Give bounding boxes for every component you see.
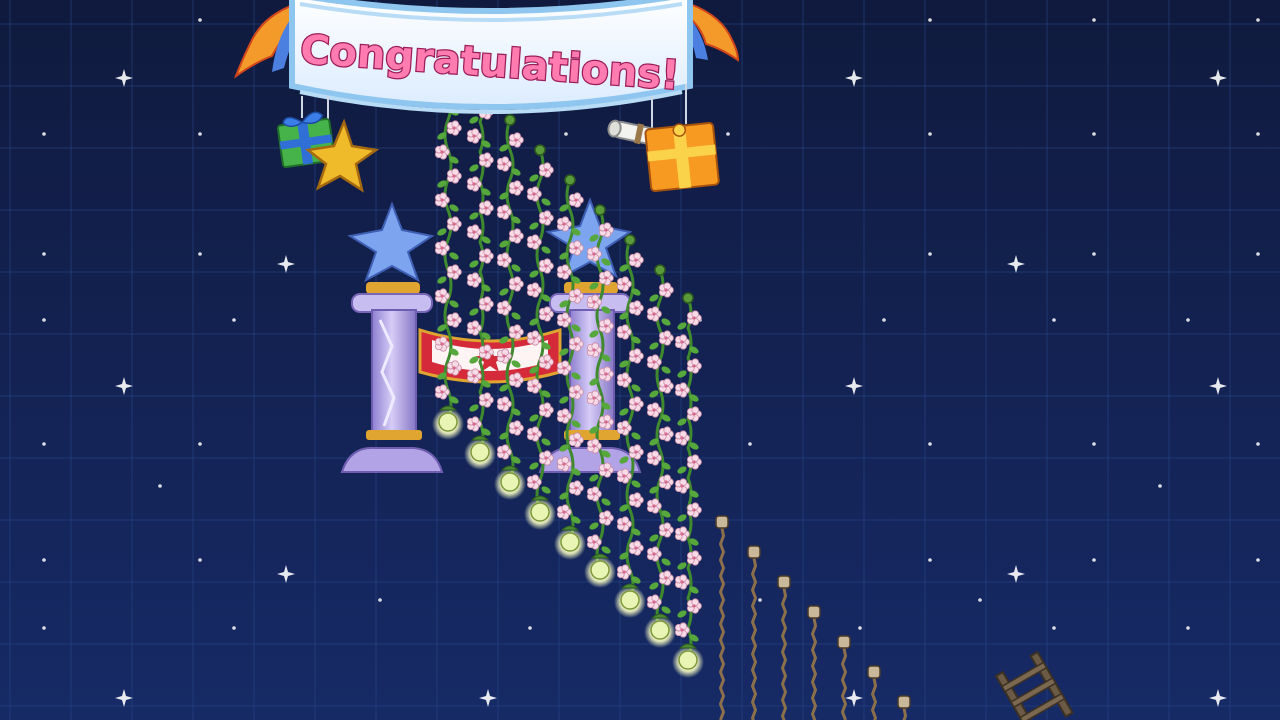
sparkle-icon (198, 18, 202, 22)
sparkle-icon (928, 442, 932, 446)
sparkle-icon (928, 132, 932, 136)
sparkle-icon (1158, 484, 1162, 488)
sparkle-icon (198, 252, 202, 256)
sparkle-icon (198, 442, 202, 446)
sparkle-icon (882, 318, 886, 322)
sparkle-icon (858, 626, 862, 630)
sparkle-icon (158, 484, 162, 488)
scene-canvas: Congratulations! (0, 0, 1280, 720)
sparkle-icon (1092, 18, 1096, 22)
sparkle-icon (1256, 18, 1260, 22)
sparkle-icon (928, 252, 932, 256)
sparkle-icon (1256, 252, 1260, 256)
orange-gift-box-icon (644, 122, 720, 192)
sparkle-icon (1256, 442, 1260, 446)
sparkle-icon (198, 132, 202, 136)
sparkle-icon (378, 598, 382, 602)
sparkle-icon (42, 558, 46, 562)
sparkle-icon (928, 558, 932, 562)
sparkle-icon (1092, 442, 1096, 446)
sparkle-icon (232, 626, 236, 630)
sparkle-icon (564, 132, 568, 136)
sparkle-icon (748, 442, 752, 446)
sparkle-icon (232, 318, 236, 322)
sparkle-icon (198, 558, 202, 562)
sparkle-icon (1186, 626, 1190, 630)
sparkle-icon (726, 132, 730, 136)
sparkle-icon (42, 442, 46, 446)
sparkle-icon (928, 18, 932, 22)
sparkle-icon (42, 132, 46, 136)
sparkle-icon (1052, 626, 1056, 630)
sparkle-icon (42, 318, 46, 322)
sparkle-icon (1052, 318, 1056, 322)
sparkle-icon (528, 626, 532, 630)
sparkle-icon (1256, 132, 1260, 136)
sparkle-icon (1256, 558, 1260, 562)
game-scene: Congratulations! (0, 0, 1280, 720)
sparkle-icon (42, 626, 46, 630)
sparkle-icon (978, 598, 982, 602)
congratulations-banner: Congratulations! (233, 0, 740, 114)
sparkle-icon (1092, 252, 1096, 256)
sparkle-icon (1186, 318, 1190, 322)
sparkle-icon (758, 598, 762, 602)
sparkle-icon (1092, 132, 1096, 136)
sparkle-icon (42, 252, 46, 256)
sparkle-icon (1092, 558, 1096, 562)
